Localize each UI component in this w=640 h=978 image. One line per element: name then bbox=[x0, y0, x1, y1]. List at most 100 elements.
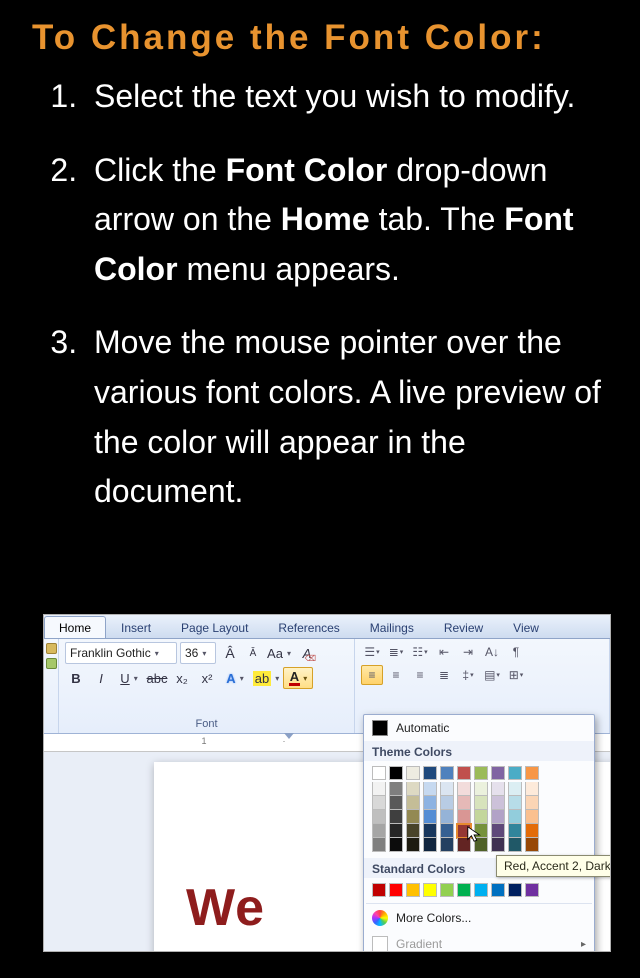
color-swatch[interactable] bbox=[440, 782, 454, 796]
color-swatch[interactable] bbox=[491, 766, 505, 780]
color-swatch[interactable] bbox=[406, 824, 420, 838]
color-swatch[interactable] bbox=[389, 766, 403, 780]
color-swatch[interactable] bbox=[508, 766, 522, 780]
color-swatch[interactable] bbox=[491, 810, 505, 824]
color-swatch[interactable] bbox=[389, 782, 403, 796]
color-swatch[interactable] bbox=[491, 796, 505, 810]
align-right-button[interactable]: ≡ bbox=[409, 665, 431, 685]
color-swatch[interactable] bbox=[474, 824, 488, 838]
color-swatch[interactable] bbox=[491, 824, 505, 838]
color-swatch[interactable] bbox=[474, 766, 488, 780]
color-swatch[interactable] bbox=[372, 810, 386, 824]
automatic-color-item[interactable]: Automatic bbox=[364, 715, 594, 741]
color-swatch[interactable] bbox=[406, 883, 420, 897]
more-colors-item[interactable]: More Colors... bbox=[364, 905, 594, 931]
color-swatch[interactable] bbox=[372, 796, 386, 810]
color-swatch[interactable] bbox=[508, 824, 522, 838]
color-swatch[interactable] bbox=[525, 838, 539, 852]
decrease-indent-button[interactable]: ⇤ bbox=[433, 642, 455, 662]
color-swatch[interactable] bbox=[491, 838, 505, 852]
shrink-font-button[interactable]: Ǎ bbox=[244, 643, 262, 663]
font-size-select[interactable]: 36 bbox=[180, 642, 216, 664]
italic-button[interactable]: I bbox=[90, 667, 112, 689]
line-spacing-button[interactable]: ‡ bbox=[457, 665, 479, 685]
color-swatch[interactable] bbox=[423, 782, 437, 796]
align-center-button[interactable]: ≡ bbox=[385, 665, 407, 685]
color-swatch[interactable] bbox=[457, 766, 471, 780]
grow-font-button[interactable]: Â bbox=[219, 642, 241, 664]
strikethrough-button[interactable]: abc bbox=[146, 667, 168, 689]
color-swatch[interactable] bbox=[389, 796, 403, 810]
color-swatch[interactable] bbox=[423, 838, 437, 852]
color-swatch[interactable] bbox=[474, 838, 488, 852]
color-swatch[interactable] bbox=[525, 782, 539, 796]
color-swatch[interactable] bbox=[525, 883, 539, 897]
align-left-button[interactable]: ≡ bbox=[361, 665, 383, 685]
color-swatch[interactable] bbox=[423, 824, 437, 838]
tab-insert[interactable]: Insert bbox=[106, 616, 166, 638]
tab-mailings[interactable]: Mailings bbox=[355, 616, 429, 638]
color-swatch[interactable] bbox=[423, 766, 437, 780]
tab-home[interactable]: Home bbox=[44, 616, 106, 638]
color-swatch[interactable] bbox=[406, 796, 420, 810]
color-swatch[interactable] bbox=[474, 782, 488, 796]
color-swatch[interactable] bbox=[406, 782, 420, 796]
subscript-button[interactable]: x₂ bbox=[171, 667, 193, 689]
color-swatch[interactable] bbox=[474, 810, 488, 824]
numbering-button[interactable]: ≣ bbox=[385, 642, 407, 662]
color-swatch[interactable] bbox=[372, 782, 386, 796]
indent-marker[interactable] bbox=[284, 733, 294, 743]
color-swatch[interactable] bbox=[525, 796, 539, 810]
color-swatch[interactable] bbox=[389, 838, 403, 852]
font-name-select[interactable]: Franklin Gothic bbox=[65, 642, 177, 664]
color-swatch[interactable] bbox=[372, 824, 386, 838]
color-swatch[interactable] bbox=[372, 883, 386, 897]
color-swatch[interactable] bbox=[457, 824, 471, 838]
bullets-button[interactable]: ☰ bbox=[361, 642, 383, 662]
color-swatch[interactable] bbox=[423, 810, 437, 824]
clear-formatting-button[interactable]: A⌫ bbox=[296, 642, 318, 664]
superscript-button[interactable]: x² bbox=[196, 667, 218, 689]
color-swatch[interactable] bbox=[423, 883, 437, 897]
tab-references[interactable]: References bbox=[263, 616, 354, 638]
color-swatch[interactable] bbox=[508, 796, 522, 810]
color-swatch[interactable] bbox=[508, 838, 522, 852]
color-swatch[interactable] bbox=[491, 883, 505, 897]
color-swatch[interactable] bbox=[457, 810, 471, 824]
color-swatch[interactable] bbox=[474, 883, 488, 897]
color-swatch[interactable] bbox=[406, 810, 420, 824]
change-case-button[interactable]: Aa bbox=[265, 642, 293, 664]
color-swatch[interactable] bbox=[440, 838, 454, 852]
color-swatch[interactable] bbox=[389, 883, 403, 897]
highlight-button[interactable]: ab bbox=[252, 667, 280, 689]
multilevel-button[interactable]: ☷ bbox=[409, 642, 431, 662]
increase-indent-button[interactable]: ⇥ bbox=[457, 642, 479, 662]
borders-button[interactable]: ⊞ bbox=[505, 665, 527, 685]
justify-button[interactable]: ≣ bbox=[433, 665, 455, 685]
color-swatch[interactable] bbox=[457, 838, 471, 852]
tab-page-layout[interactable]: Page Layout bbox=[166, 616, 263, 638]
color-swatch[interactable] bbox=[525, 824, 539, 838]
color-swatch[interactable] bbox=[389, 810, 403, 824]
color-swatch[interactable] bbox=[457, 782, 471, 796]
color-swatch[interactable] bbox=[525, 810, 539, 824]
color-swatch[interactable] bbox=[406, 766, 420, 780]
color-swatch[interactable] bbox=[440, 883, 454, 897]
show-marks-button[interactable]: ¶ bbox=[505, 642, 527, 662]
color-swatch[interactable] bbox=[389, 824, 403, 838]
color-swatch[interactable] bbox=[423, 796, 437, 810]
sort-button[interactable]: A↓ bbox=[481, 642, 503, 662]
color-swatch[interactable] bbox=[440, 766, 454, 780]
shading-button[interactable]: ▤ bbox=[481, 665, 503, 685]
color-swatch[interactable] bbox=[508, 883, 522, 897]
font-color-button[interactable]: A bbox=[283, 667, 313, 689]
color-swatch[interactable] bbox=[491, 782, 505, 796]
color-swatch[interactable] bbox=[508, 810, 522, 824]
underline-button[interactable]: U bbox=[115, 667, 143, 689]
color-swatch[interactable] bbox=[525, 766, 539, 780]
color-swatch[interactable] bbox=[372, 766, 386, 780]
tab-review[interactable]: Review bbox=[429, 616, 498, 638]
color-swatch[interactable] bbox=[440, 824, 454, 838]
color-swatch[interactable] bbox=[440, 796, 454, 810]
color-swatch[interactable] bbox=[406, 838, 420, 852]
